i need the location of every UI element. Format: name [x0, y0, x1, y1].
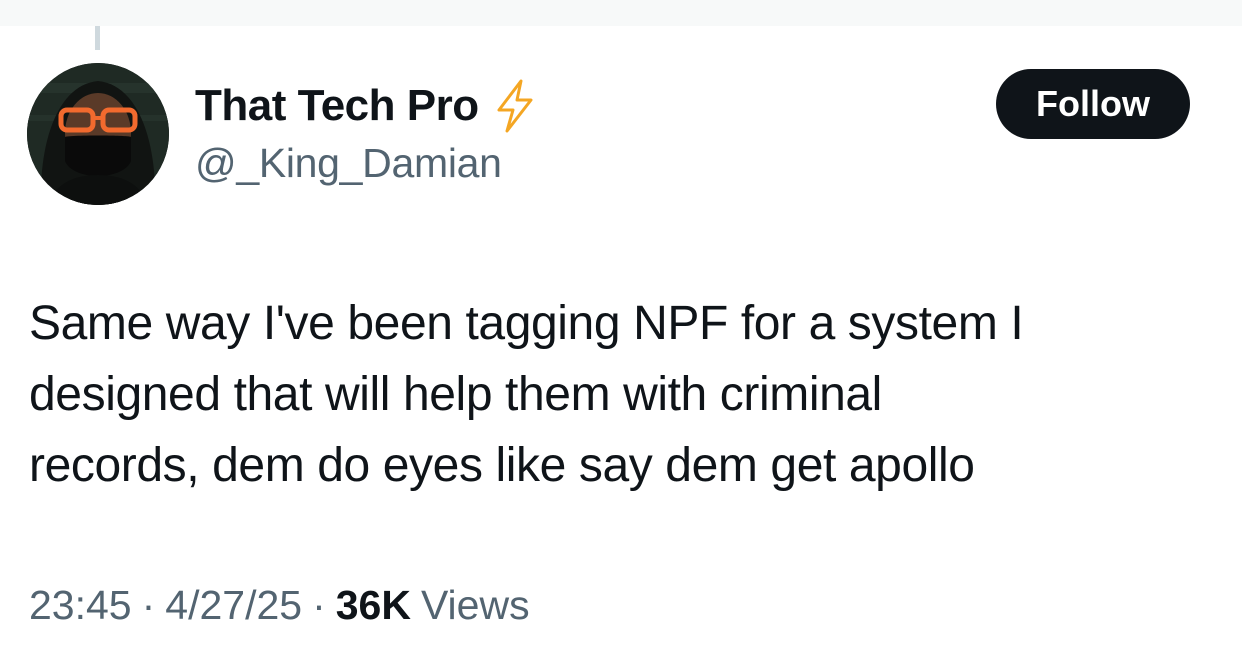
tweet-text-line: Same way I've been tagging NPF for a sys… [29, 297, 1024, 350]
avatar-image [27, 63, 169, 205]
avatar[interactable] [27, 63, 169, 205]
views-count: 36K [335, 582, 411, 628]
tweet-text-line: records, dem do eyes like say dem get ap… [29, 439, 975, 492]
meta-separator: · [141, 582, 156, 628]
tweet-meta: 23:45 · 4/27/25 · 36K Views [29, 582, 530, 629]
tweet-date[interactable]: 4/27/25 [165, 582, 302, 629]
tweet-time[interactable]: 23:45 [29, 582, 132, 629]
author-display-name[interactable]: That Tech Pro [195, 81, 479, 131]
tweet-text-line: designed that will help them with crimin… [29, 368, 882, 421]
views-label: Views [420, 582, 530, 628]
high-voltage-icon [493, 79, 537, 133]
author-handle[interactable]: @_King_Damian [195, 140, 502, 187]
previous-tweet-edge [0, 0, 1242, 26]
thread-connector-line [95, 26, 100, 50]
author-name-row: That Tech Pro [195, 78, 537, 134]
tweet-text: Same way I've been tagging NPF for a sys… [29, 288, 1209, 501]
follow-button[interactable]: Follow [996, 69, 1190, 139]
meta-separator: · [312, 582, 326, 628]
